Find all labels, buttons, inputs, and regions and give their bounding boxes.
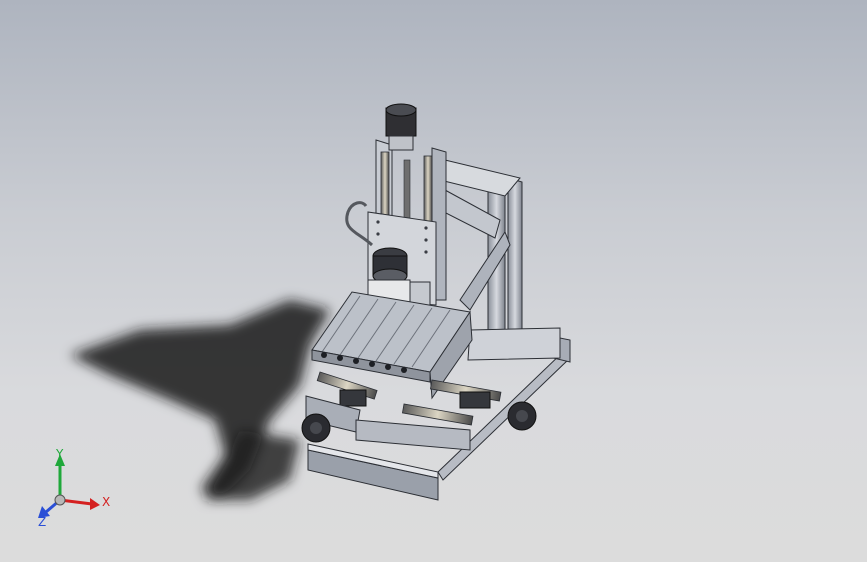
z-stepper-motor — [385, 103, 417, 151]
rear-frame-post-right — [507, 177, 523, 331]
z-leadscrew — [403, 159, 411, 221]
triad-origin — [54, 494, 66, 506]
y-stepper-motor — [301, 413, 331, 443]
reference-triad[interactable]: Y X Z — [36, 448, 116, 528]
base-platform — [467, 327, 561, 361]
x-carriage-block — [459, 391, 491, 409]
z-guide-rod-left — [380, 151, 390, 223]
cnc-router-assembly[interactable] — [301, 103, 571, 501]
graphics-viewport[interactable]: Y X Z — [0, 0, 867, 562]
triad-x-label: X — [102, 495, 110, 509]
z-guide-rod-right — [423, 155, 433, 223]
y-carriage-block — [339, 389, 367, 407]
triad-x-axis — [59, 498, 100, 510]
lower-frame-mid — [355, 419, 471, 451]
rear-frame-top — [439, 159, 521, 197]
triad-z-label: Z — [38, 515, 46, 528]
x-stepper-motor — [507, 401, 537, 431]
model-view[interactable] — [0, 0, 867, 562]
triad-y-label: Y — [55, 448, 64, 461]
